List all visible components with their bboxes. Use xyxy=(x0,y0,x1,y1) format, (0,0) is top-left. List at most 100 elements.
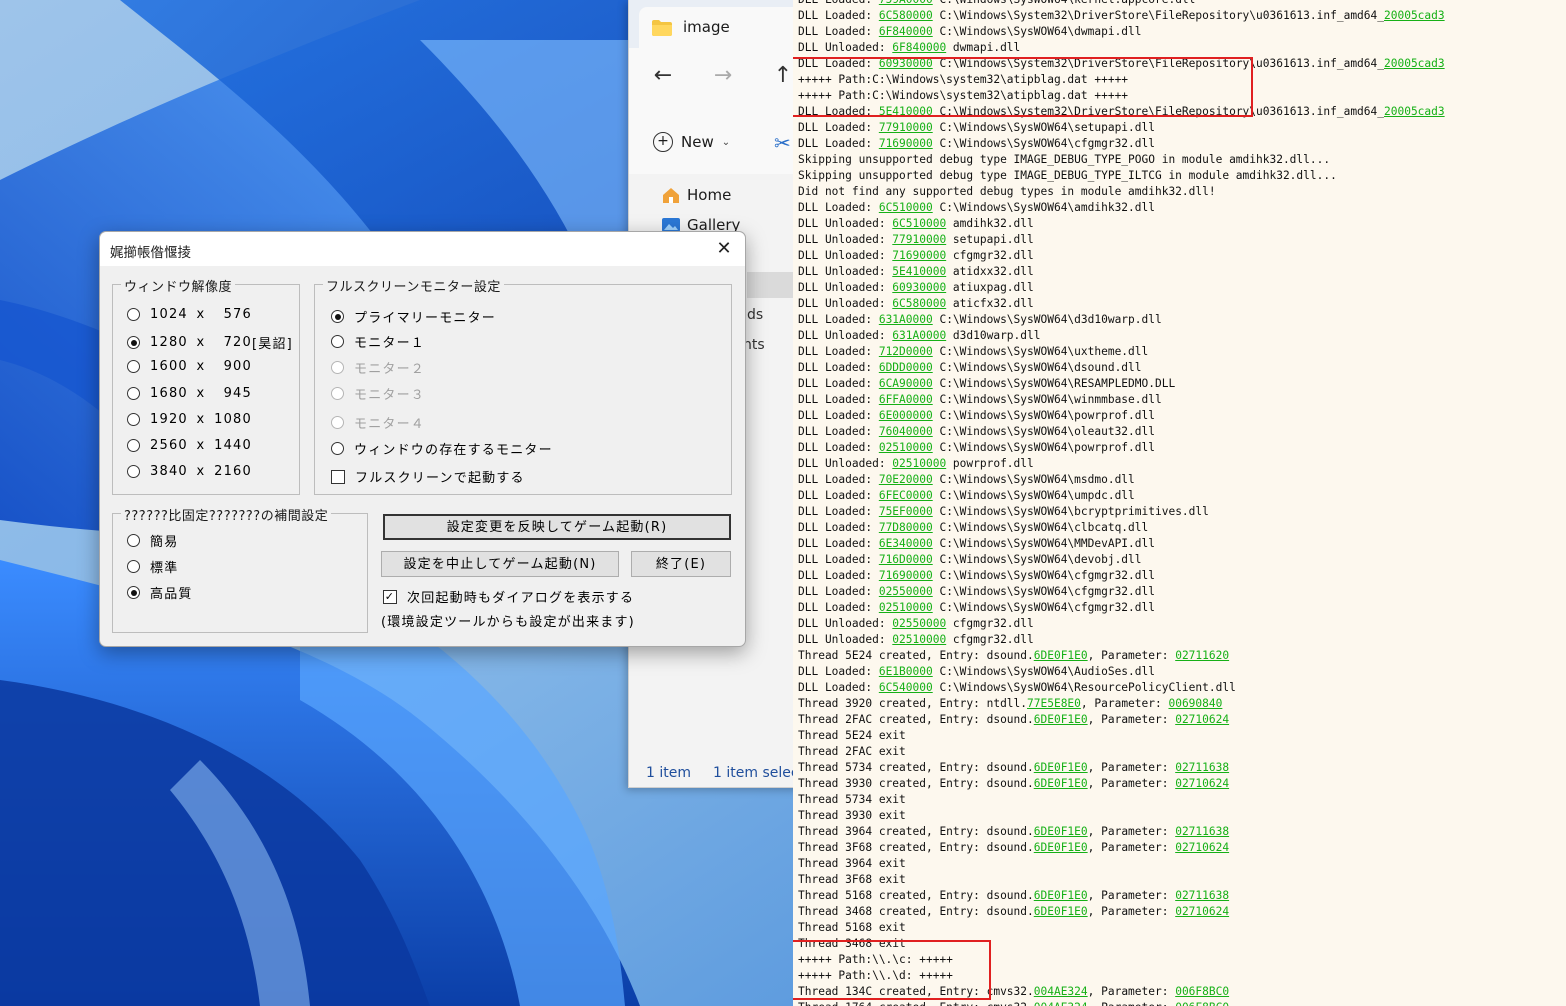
monitor-option-6[interactable]: ウィンドウの存在するモニター xyxy=(331,439,553,458)
address-link[interactable]: 004AE324 xyxy=(1034,1001,1088,1006)
address-link[interactable]: 75EF0000 xyxy=(879,505,933,518)
fullscreen-checkbox[interactable]: フルスクリーンで起動する xyxy=(331,467,525,486)
address-link[interactable]: 02711638 xyxy=(1175,825,1229,838)
address-link[interactable]: 6DE0F1E0 xyxy=(1034,841,1088,854)
address-link[interactable]: 6DE0F1E0 xyxy=(1034,825,1088,838)
address-link[interactable]: 02510000 xyxy=(892,457,946,470)
resolution-option-1024x576[interactable]: 1024 x 576 xyxy=(127,307,252,322)
address-link[interactable]: 6DDD0000 xyxy=(879,361,933,374)
address-link[interactable]: 6C510000 xyxy=(879,201,933,214)
address-link[interactable]: 759A0000 xyxy=(879,0,933,6)
address-link[interactable]: 02710624 xyxy=(1175,905,1229,918)
log-line: DLL Loaded: 6CA90000 C:\Windows\SysWOW64… xyxy=(798,376,1445,392)
interpolation-option-3[interactable]: 高品質 xyxy=(127,583,193,602)
address-link[interactable]: 5E410000 xyxy=(892,265,946,278)
address-link[interactable]: 6E340000 xyxy=(879,537,933,550)
address-link[interactable]: 60930000 xyxy=(892,281,946,294)
address-link[interactable]: 006F8BC0 xyxy=(1175,985,1229,998)
log-text: atiuxpag.dll xyxy=(946,281,1034,294)
address-link[interactable]: 6C580000 xyxy=(879,9,933,22)
address-link[interactable]: 71690000 xyxy=(879,137,933,150)
address-link[interactable]: 20005cad3 xyxy=(1384,9,1445,22)
resolution-option-1680x945[interactable]: 1680 x 945 xyxy=(127,386,252,401)
address-link[interactable]: 77910000 xyxy=(879,121,933,134)
log-line: DLL Loaded: 6E1B0000 C:\Windows\SysWOW64… xyxy=(798,664,1445,680)
address-link[interactable]: 70E20000 xyxy=(879,473,933,486)
address-link[interactable]: 02550000 xyxy=(879,585,933,598)
address-link[interactable]: 77D80000 xyxy=(879,521,933,534)
address-link[interactable]: 6F840000 xyxy=(892,41,946,54)
close-icon[interactable]: ✕ xyxy=(709,236,739,262)
address-link[interactable]: 02710624 xyxy=(1175,713,1229,726)
log-line: DLL Loaded: 6E340000 C:\Windows\SysWOW64… xyxy=(798,536,1445,552)
resolution-option-1600x900[interactable]: 1600 x 900 xyxy=(127,359,252,374)
address-link[interactable]: 6DE0F1E0 xyxy=(1034,905,1088,918)
sidebar-item-fragment[interactable]: ds xyxy=(747,307,763,323)
address-link[interactable]: 6C540000 xyxy=(879,681,933,694)
address-link[interactable]: 6DE0F1E0 xyxy=(1034,649,1088,662)
address-link[interactable]: 02510000 xyxy=(879,441,933,454)
address-link[interactable]: 6F840000 xyxy=(879,25,933,38)
address-link[interactable]: 02510000 xyxy=(879,601,933,614)
address-link[interactable]: 76040000 xyxy=(879,425,933,438)
monitor-option-1[interactable]: プライマリーモニター xyxy=(331,307,496,326)
address-link[interactable]: 6E000000 xyxy=(879,409,933,422)
address-link[interactable]: 20005cad3 xyxy=(1384,57,1445,70)
address-link[interactable]: 02550000 xyxy=(892,617,946,630)
cancel-and-launch-button[interactable]: 設定を中止してゲーム起動(N) xyxy=(381,551,619,577)
log-text: C:\Windows\SysWOW64\umpdc.dll xyxy=(932,489,1135,502)
address-link[interactable]: 004AE324 xyxy=(1034,985,1088,998)
sidebar-item-home[interactable]: Home xyxy=(661,186,731,204)
address-link[interactable]: 712D0000 xyxy=(879,345,933,358)
address-link[interactable]: 02711620 xyxy=(1175,649,1229,662)
address-link[interactable]: 6DE0F1E0 xyxy=(1034,761,1088,774)
address-link[interactable]: 6C580000 xyxy=(892,297,946,310)
cut-icon[interactable]: ✂ xyxy=(774,131,791,155)
new-button[interactable]: + New ⌄ xyxy=(653,130,730,154)
address-link[interactable]: 71690000 xyxy=(879,569,933,582)
address-link[interactable]: 716D0000 xyxy=(879,553,933,566)
address-link[interactable]: 02711638 xyxy=(1175,889,1229,902)
interpolation-option-1[interactable]: 簡易 xyxy=(127,531,178,550)
address-link[interactable]: 6DE0F1E0 xyxy=(1034,777,1088,790)
address-link[interactable]: 6E1B0000 xyxy=(879,665,933,678)
address-link[interactable]: 631A0000 xyxy=(892,329,946,342)
address-link[interactable]: 631A0000 xyxy=(879,313,933,326)
address-link[interactable]: 6FEC0000 xyxy=(879,489,933,502)
back-arrow-icon[interactable]: ← xyxy=(649,62,677,90)
address-link[interactable]: 02710624 xyxy=(1175,777,1229,790)
apply-and-launch-button[interactable]: 設定変更を反映してゲーム起動(R) xyxy=(383,514,731,540)
address-link[interactable]: 77E5E8E0 xyxy=(1027,697,1081,710)
address-link[interactable]: 6DE0F1E0 xyxy=(1034,889,1088,902)
resolution-option-1920x1080[interactable]: 1920 x 1080 xyxy=(127,412,252,427)
show-dialog-checkbox[interactable]: ✓ 次回起動時もダイアログを表示する xyxy=(383,587,634,606)
log-text: DLL Unloaded: xyxy=(798,457,893,470)
address-link[interactable]: 02510000 xyxy=(892,633,946,646)
address-link[interactable]: 6CA90000 xyxy=(879,377,933,390)
sidebar-item-fragment[interactable]: nts xyxy=(743,337,765,353)
interpolation-option-2[interactable]: 標準 xyxy=(127,557,178,576)
explorer-tab[interactable]: image xyxy=(639,7,804,48)
log-text: Thread 3468 created, Entry: dsound. xyxy=(798,905,1034,918)
address-link[interactable]: 71690000 xyxy=(892,249,946,262)
address-link[interactable]: 6DE0F1E0 xyxy=(1034,713,1088,726)
address-link[interactable]: 77910000 xyxy=(892,233,946,246)
address-link[interactable]: 6FFA0000 xyxy=(879,393,933,406)
log-text: C:\Windows\System32\DriverStore\FileRepo… xyxy=(932,9,1384,22)
address-link[interactable]: 02710624 xyxy=(1175,841,1229,854)
address-link[interactable]: 02711638 xyxy=(1175,761,1229,774)
debug-log-panel[interactable]: DLL Loaded: 759A0000 C:\Windows\SysWOW64… xyxy=(793,0,1566,1006)
log-text: Thread 5168 created, Entry: dsound. xyxy=(798,889,1034,902)
times-sign: x xyxy=(196,307,206,322)
resolution-option-1280x720[interactable]: 1280 x 720 [昊詔] xyxy=(127,333,293,352)
monitor-option-2[interactable]: モニター１ xyxy=(331,332,425,351)
forward-arrow-icon[interactable]: → xyxy=(709,62,737,90)
resolution-option-2560x1440[interactable]: 2560 x 1440 xyxy=(127,438,252,453)
exit-button[interactable]: 終了(E) xyxy=(631,551,731,577)
address-link[interactable]: 006F8BC0 xyxy=(1175,1001,1229,1006)
address-link[interactable]: 20005cad3 xyxy=(1384,105,1445,118)
address-link[interactable]: 00690840 xyxy=(1168,697,1222,710)
resolution-option-3840x2160[interactable]: 3840 x 2160 xyxy=(127,464,252,479)
address-link[interactable]: 6C510000 xyxy=(892,217,946,230)
log-text: C:\Windows\SysWOW64\AudioSes.dll xyxy=(932,665,1155,678)
